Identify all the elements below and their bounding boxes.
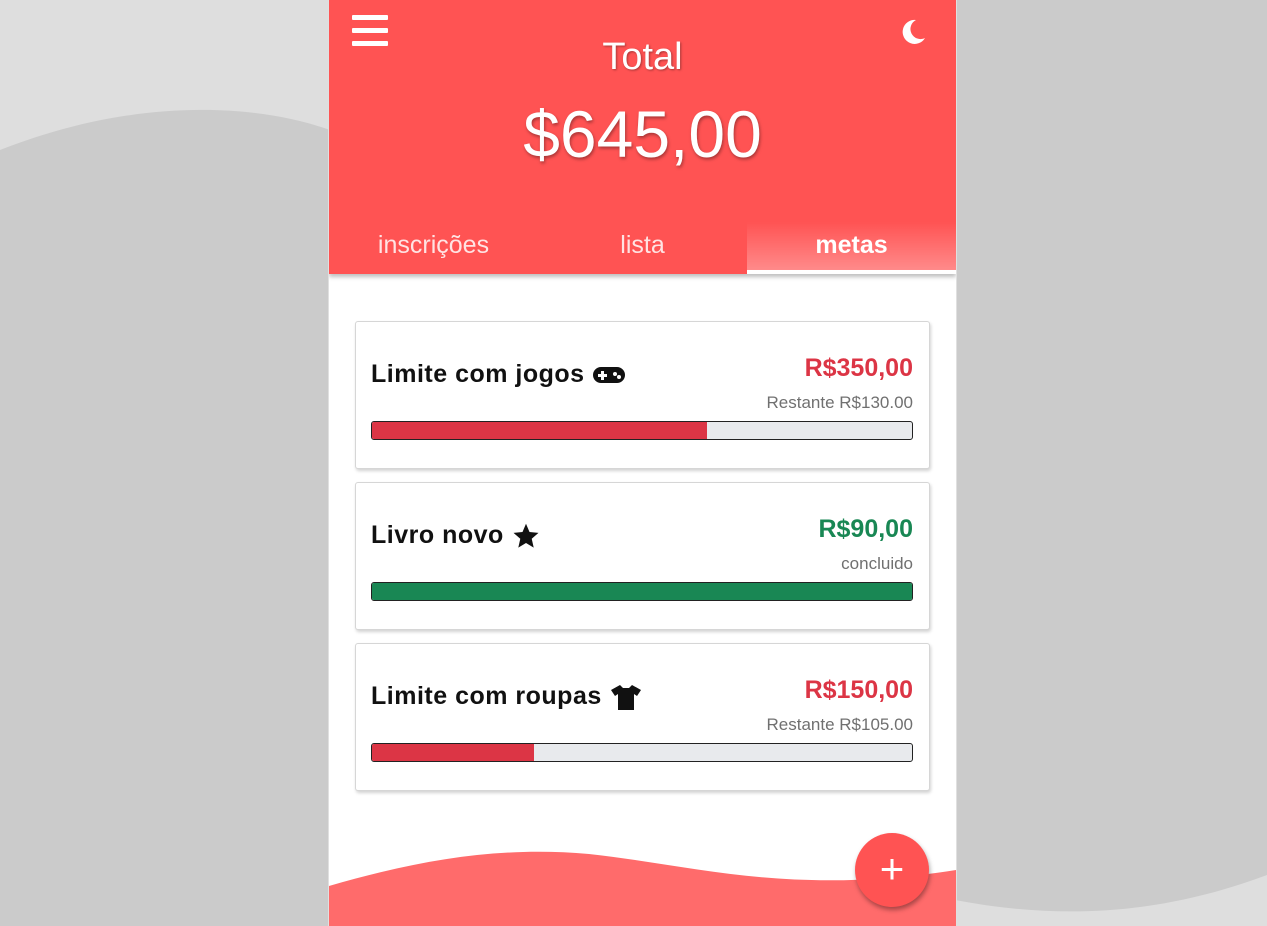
tab-bar: inscrições lista metas <box>329 222 956 274</box>
goal-title: Limite com jogos <box>371 360 626 389</box>
goal-status: concluido <box>841 554 913 573</box>
goal-amount: R$150,00 <box>804 676 913 704</box>
tab-inscricoes[interactable]: inscrições <box>329 222 538 274</box>
add-goal-button[interactable]: + <box>855 833 929 907</box>
goal-title: Livro novo <box>371 521 541 550</box>
total-value: $645,00 <box>523 97 762 171</box>
goal-progress-fill <box>372 583 912 600</box>
goal-progress-bar <box>371 582 913 601</box>
goal-title-text: Limite com jogos <box>371 360 585 388</box>
goal-title-text: Livro novo <box>371 521 504 549</box>
goal-progress-bar <box>371 743 913 762</box>
goal-card-jogos[interactable]: Limite com jogos R$350,00 Restante R$130… <box>355 321 930 469</box>
goal-progress-bar <box>371 421 913 440</box>
star-icon <box>513 523 539 548</box>
goal-progress-fill <box>372 422 707 439</box>
goal-card-roupas[interactable]: Limite com roupas R$150,00 Restante R$10… <box>355 643 930 791</box>
goal-amount: R$350,00 <box>804 354 913 382</box>
tab-metas[interactable]: metas <box>747 222 956 274</box>
app-panel: Total $645,00 inscrições lista metas Lim… <box>328 0 957 926</box>
gamepad-icon <box>592 366 625 383</box>
goal-card-livro[interactable]: Livro novo R$90,00 concluido <box>355 482 930 630</box>
goal-title-text: Limite com roupas <box>371 682 602 710</box>
goal-progress-fill <box>372 744 534 761</box>
shirt-icon <box>610 684 641 710</box>
tab-lista[interactable]: lista <box>538 222 747 274</box>
header: Total $645,00 inscrições lista metas <box>329 0 956 274</box>
goal-remaining: Restante R$130.00 <box>766 393 914 412</box>
total-label: Total <box>602 36 683 78</box>
goal-remaining: Restante R$105.00 <box>766 715 914 734</box>
goal-amount: R$90,00 <box>818 515 913 543</box>
goal-title: Limite com roupas <box>371 682 643 711</box>
